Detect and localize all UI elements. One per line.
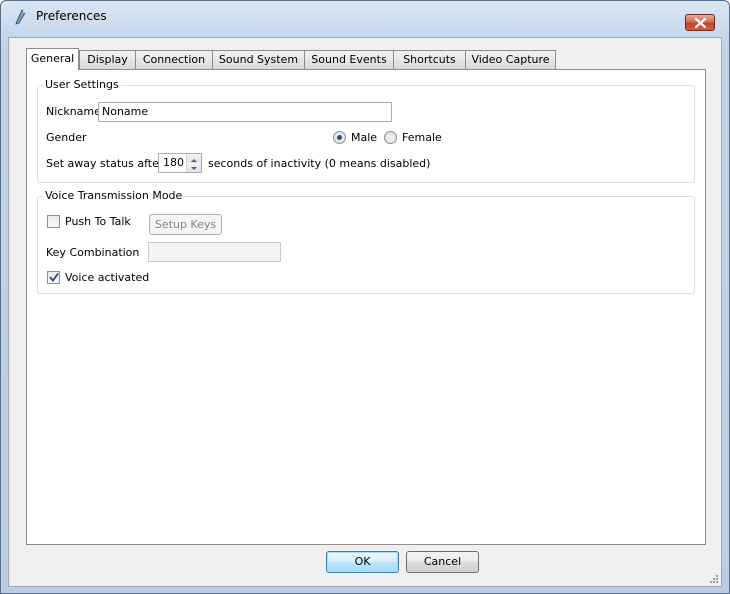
dialog-client-area: General Display Connection Sound System … — [8, 37, 722, 587]
push-to-talk-label[interactable]: Push To Talk — [65, 215, 131, 228]
gender-label: Gender — [46, 131, 87, 144]
key-combination-label: Key Combination — [46, 246, 140, 259]
preferences-window: Preferences General Display Connection S… — [0, 0, 730, 594]
nickname-input[interactable]: Noname — [98, 102, 392, 122]
general-tab-panel: User Settings Nickname Noname Gender Mal… — [26, 69, 706, 545]
spin-down-icon — [191, 167, 197, 170]
radio-selected-dot — [337, 135, 342, 140]
away-status-label: Set away status after — [46, 157, 164, 170]
title-bar[interactable]: Preferences — [1, 1, 729, 31]
window-title: Preferences — [36, 9, 107, 23]
gender-female-label[interactable]: Female — [402, 131, 442, 144]
tab-display[interactable]: Display — [79, 50, 136, 69]
gender-female-radio[interactable] — [384, 131, 397, 144]
tab-sound-system[interactable]: Sound System — [212, 50, 305, 69]
voice-transmission-title: Voice Transmission Mode — [43, 189, 185, 202]
tab-shortcuts[interactable]: Shortcuts — [393, 50, 466, 69]
nickname-label: Nickname — [46, 105, 101, 118]
resize-grip-icon[interactable] — [708, 573, 719, 584]
app-icon — [15, 9, 26, 25]
away-status-suffix: seconds of inactivity (0 means disabled) — [208, 157, 431, 170]
tab-sound-events[interactable]: Sound Events — [304, 50, 394, 69]
ok-button[interactable]: OK — [326, 551, 399, 573]
user-settings-group: User Settings Nickname Noname Gender Mal… — [37, 78, 695, 183]
gender-male-label[interactable]: Male — [351, 131, 377, 144]
spin-down-button[interactable] — [187, 163, 201, 172]
tab-general[interactable]: General — [26, 48, 79, 70]
tab-connection[interactable]: Connection — [135, 50, 213, 69]
tab-video-capture[interactable]: Video Capture — [465, 50, 556, 69]
setup-keys-button[interactable]: Setup Keys — [149, 214, 222, 235]
gender-male-radio[interactable] — [333, 131, 346, 144]
push-to-talk-checkbox[interactable] — [47, 215, 60, 228]
voice-activated-checkbox[interactable] — [47, 271, 60, 284]
spin-buttons — [186, 154, 201, 172]
user-settings-title: User Settings — [43, 78, 121, 91]
checkmark-icon — [49, 272, 59, 282]
away-seconds-value[interactable]: 180 — [163, 156, 184, 169]
key-combination-input[interactable] — [148, 242, 281, 262]
cancel-button[interactable]: Cancel — [406, 551, 479, 573]
away-seconds-spinbox[interactable]: 180 — [158, 153, 202, 173]
close-icon — [695, 18, 706, 28]
voice-activated-label[interactable]: Voice activated — [65, 271, 149, 284]
voice-transmission-group: Voice Transmission Mode Push To Talk Set… — [37, 189, 695, 294]
close-button[interactable] — [685, 14, 715, 31]
